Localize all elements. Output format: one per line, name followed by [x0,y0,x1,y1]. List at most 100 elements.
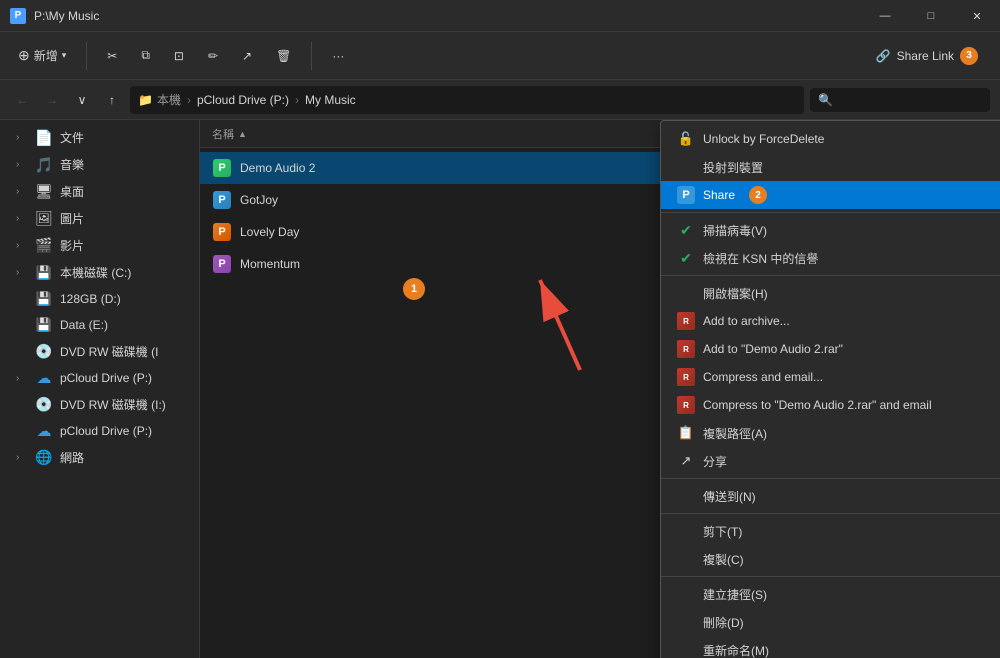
sidebar-label: 128GB (D:) [60,292,121,306]
context-menu: 🔓 Unlock by ForceDelete › 投射到裝置 › P Shar… [660,120,1000,658]
rar-icon-inner: R [677,368,695,386]
expand-icon: › [16,267,28,278]
ctx-separator [661,212,1000,213]
minimize-button[interactable]: — [862,0,908,32]
expand-icon: › [16,373,28,384]
breadcrumb-sep-1: › [187,93,191,107]
ctx-ksn[interactable]: ✔ 檢視在 KSN 中的信譽 [661,244,1000,272]
rar-icon: R [677,312,695,330]
title-bar: P P:\My Music — □ ✕ [0,0,1000,32]
expand-icon: › [16,452,28,463]
main-layout: › 📄 文件 › 🎵 音樂 › 🖥 桌面 › 🖼 圖片 › 🎬 影片 › 💾 本… [0,120,1000,658]
ctx-compress-rar-email[interactable]: R Compress to "Demo Audio 2.rar" and ema… [661,391,1000,419]
toolbar-separator-2 [311,42,312,70]
link-icon: 🔗 [876,49,891,63]
name-column-header[interactable]: 名稱 ▲ [212,126,247,142]
ctx-rename[interactable]: 重新命名(M) [661,636,1000,658]
window-title: P:\My Music [34,9,99,23]
rename-button[interactable]: ✏ [200,45,226,67]
ctx-label: Add to "Demo Audio 2.rar" [703,342,843,356]
sidebar-item-文件[interactable]: › 📄 文件 [0,124,199,151]
chevron-down-icon: ▾ [62,50,67,61]
cast-icon [677,158,695,176]
ctx-label: Add to archive... [703,314,790,328]
ctx-unlock[interactable]: 🔓 Unlock by ForceDelete › [661,125,1000,153]
rar-icon-inner: R [677,396,695,414]
ctx-share2[interactable]: ↗ 分享 [661,447,1000,475]
ctx-open[interactable]: 開啟檔案(H) › [661,279,1000,307]
ctx-compress-email[interactable]: R Compress and email... [661,363,1000,391]
ctx-delete[interactable]: 刪除(D) [661,608,1000,636]
sidebar-item-dvdI[interactable]: › 💿 DVD RW 磁碟機 (I [0,338,199,365]
breadcrumb[interactable]: 📁 本機 › pCloud Drive (P:) › My Music [130,86,804,114]
sidebar-label: 圖片 [60,210,84,227]
sidebar-item-桌面[interactable]: › 🖥 桌面 [0,178,199,205]
sort-icon: ▲ [238,129,247,139]
share-button[interactable]: ↗ [234,45,260,67]
copy-button[interactable]: ⧉ [133,44,158,67]
drive-icon: 💾 [36,317,52,333]
sidebar-item-音樂[interactable]: › 🎵 音樂 [0,151,199,178]
share-icon: ↗ [677,452,695,470]
drive-icon: 💾 [36,291,52,307]
sidebar-item-128gb[interactable]: › 💾 128GB (D:) [0,286,199,312]
search-button[interactable]: 🔍 [810,88,990,112]
pcloud-share-icon: P [677,186,695,204]
annotation-badge-1: 1 [403,278,425,300]
sidebar-item-dvdI2[interactable]: › 💿 DVD RW 磁碟機 (I:) [0,391,199,418]
copy-path-icon: 📋 [677,424,695,442]
paste-button[interactable]: ⊡ [166,45,192,67]
ctx-shortcut[interactable]: 建立捷徑(S) [661,580,1000,608]
ctx-send-to[interactable]: 傳送到(N) › [661,482,1000,510]
forward-button[interactable]: → [40,88,64,112]
app-icon: P [10,8,26,24]
ctx-add-rar[interactable]: R Add to "Demo Audio 2.rar" [661,335,1000,363]
ctx-cut[interactable]: 剪下(T) [661,517,1000,545]
expand-nav-button[interactable]: ∨ [70,88,94,112]
close-button[interactable]: ✕ [954,0,1000,32]
new-button[interactable]: ⊕ 新增 ▾ [10,43,74,68]
rar-icon-inner: R [677,340,695,358]
maximize-button[interactable]: □ [908,0,954,32]
sidebar: › 📄 文件 › 🎵 音樂 › 🖥 桌面 › 🖼 圖片 › 🎬 影片 › 💾 本… [0,120,200,658]
cut-button[interactable]: ✂ [99,45,125,67]
ctx-label: Unlock by ForceDelete [703,132,824,146]
ctx-label: 建立捷徑(S) [703,586,767,603]
file-area: 名稱 ▲ P Demo Audio 2 P GotJoy P L [200,120,1000,658]
sidebar-item-pcloudP2[interactable]: › ☁ pCloud Drive (P:) [0,418,199,444]
sidebar-item-影片[interactable]: › 🎬 影片 [0,232,199,259]
more-button[interactable]: ··· [324,45,352,67]
sidebar-item-network[interactable]: › 🌐 網路 [0,444,199,471]
pcloud-orange-icon: P [213,223,231,241]
address-bar: ← → ∨ ↑ 📁 本機 › pCloud Drive (P:) › My Mu… [0,80,1000,120]
share-link-button[interactable]: 🔗 Share Link 3 [864,43,990,69]
sidebar-label: DVD RW 磁碟機 (I [60,343,158,360]
ctx-copy[interactable]: 複製(C) [661,545,1000,573]
ctx-share[interactable]: P Share 2 › [661,181,1000,209]
sidebar-label: DVD RW 磁碟機 (I:) [60,396,166,413]
sidebar-item-圖片[interactable]: › 🖼 圖片 [0,205,199,232]
ctx-add-archive[interactable]: R Add to archive... [661,307,1000,335]
ctx-label: 剪下(T) [703,523,742,540]
ctx-cast[interactable]: 投射到裝置 › [661,153,1000,181]
ctx-label: 重新命名(M) [703,642,769,658]
sidebar-item-driveC[interactable]: › 💾 本機磁碟 (C:) [0,259,199,286]
up-button[interactable]: ↑ [100,88,124,112]
music-icon: 🎵 [36,157,52,173]
expand-icon: › [16,159,28,170]
breadcrumb-home: 本機 [157,91,181,108]
back-button[interactable]: ← [10,88,34,112]
shortcut-icon [677,585,695,603]
ctx-label: 複製(C) [703,551,744,568]
ctx-scan-virus[interactable]: ✔ 掃描病毒(V) [661,216,1000,244]
ctx-copy-path[interactable]: 📋 複製路徑(A) [661,419,1000,447]
sidebar-label: pCloud Drive (P:) [60,371,152,385]
sidebar-item-dataE[interactable]: › 💾 Data (E:) [0,312,199,338]
breadcrumb-mymusic: My Music [305,93,356,107]
search-icon: 🔍 [818,93,833,107]
ctx-label: 開啟檔案(H) [703,285,768,302]
check-icon: ✔ [677,249,695,267]
delete-button[interactable]: 🗑 [268,45,299,67]
pcloud-icon: ☁ [36,423,52,439]
sidebar-item-pcloudP[interactable]: › ☁ pCloud Drive (P:) [0,365,199,391]
